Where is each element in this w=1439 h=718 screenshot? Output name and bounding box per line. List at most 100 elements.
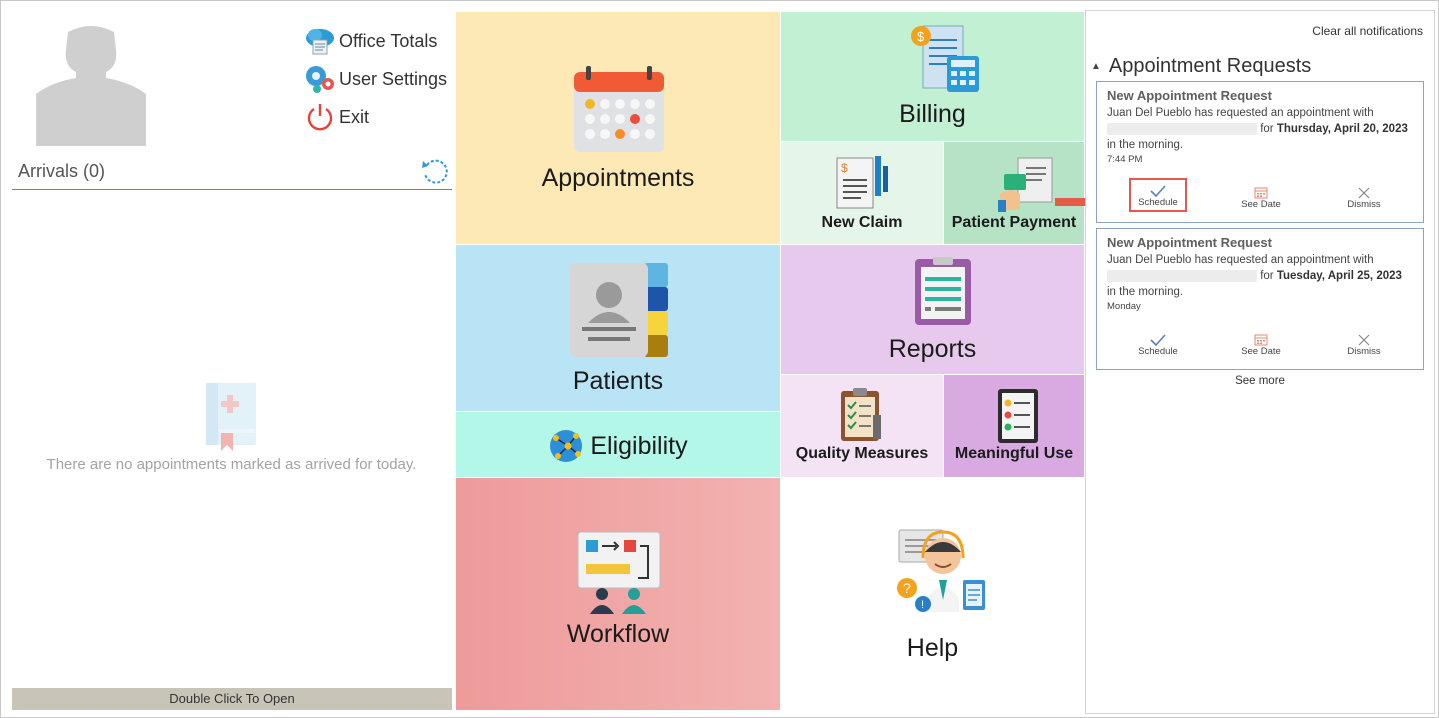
checkmark-icon xyxy=(1150,185,1166,197)
notification-time: 7:44 PM xyxy=(1107,154,1143,165)
network-globe-icon xyxy=(550,430,583,462)
notification-card: New Appointment Request Juan Del Pueblo … xyxy=(1096,81,1424,223)
see-date-label: See Date xyxy=(1241,199,1281,210)
see-date-button[interactable]: See Date xyxy=(1232,325,1290,359)
tile-quality-measures-label: Quality Measures xyxy=(795,445,929,462)
clipboard-report-icon xyxy=(915,257,971,325)
tile-new-claim[interactable]: $ New Claim xyxy=(781,142,943,244)
gears-icon xyxy=(306,66,334,93)
svg-text:?: ? xyxy=(903,580,911,596)
see-more-link[interactable]: See more xyxy=(1086,375,1434,387)
tile-billing-label: Billing xyxy=(899,100,966,128)
schedule-button[interactable]: Schedule xyxy=(1129,178,1187,212)
svg-text:$: $ xyxy=(841,161,848,175)
notifications-panel: Clear all notifications ▲ Appointment Re… xyxy=(1085,10,1435,714)
clear-all-notifications-link[interactable]: Clear all notifications xyxy=(1312,24,1423,38)
svg-text:$: $ xyxy=(917,29,925,44)
tile-eligibility-label: Eligibility xyxy=(590,431,688,460)
see-date-button[interactable]: See Date xyxy=(1232,178,1290,212)
tile-workflow[interactable]: Workflow xyxy=(456,478,780,710)
exit-link[interactable]: Exit xyxy=(304,98,447,136)
schedule-button[interactable]: Schedule xyxy=(1129,325,1187,359)
office-totals-label: Office Totals xyxy=(339,30,438,51)
arrivals-title: Arrivals (0) xyxy=(18,161,106,181)
dismiss-button[interactable]: Dismiss xyxy=(1335,325,1393,359)
tile-appointments[interactable]: Appointments xyxy=(456,12,780,244)
dismiss-label: Dismiss xyxy=(1347,199,1381,210)
office-totals-link[interactable]: Office Totals xyxy=(304,22,447,60)
support-agent-icon: ? ! xyxy=(897,529,985,612)
for-text: for xyxy=(1260,270,1274,282)
dismiss-button[interactable]: Dismiss xyxy=(1335,178,1393,212)
schedule-label: Schedule xyxy=(1138,346,1178,357)
tile-help[interactable]: ? ! Help xyxy=(781,478,1084,710)
tile-appointments-label: Appointments xyxy=(541,164,695,192)
tile-meaningful-use[interactable]: Meaningful Use xyxy=(944,375,1084,477)
notification-actions: Schedule See Date Dismiss xyxy=(1097,325,1423,359)
tile-reports-label: Reports xyxy=(888,335,977,363)
tile-patients-label: Patients xyxy=(572,367,664,395)
user-settings-label: User Settings xyxy=(339,68,448,89)
notification-title: New Appointment Request xyxy=(1107,235,1272,250)
tile-patients[interactable]: Patients xyxy=(456,245,780,411)
calendar-small-icon xyxy=(1254,334,1268,346)
calendar-small-icon xyxy=(1254,187,1268,199)
tile-billing[interactable]: $ Billing xyxy=(781,12,1084,141)
request-date: Thursday, April 20, 2023 xyxy=(1276,123,1408,135)
tile-meaningful-use-label: Meaningful Use xyxy=(954,445,1074,462)
for-text: for xyxy=(1260,123,1274,135)
notification-title: New Appointment Request xyxy=(1107,88,1272,103)
invoice-calculator-icon: $ xyxy=(911,25,979,92)
appointment-requests-title: Appointment Requests xyxy=(1108,55,1312,77)
collapse-triangle-icon: ▲ xyxy=(1091,61,1101,72)
arrivals-header: Arrivals (0) xyxy=(12,154,452,190)
presentation-board-icon xyxy=(577,531,661,614)
notification-actions: Schedule See Date Dismiss xyxy=(1097,178,1423,212)
request-period: in the morning. xyxy=(1107,139,1184,151)
request-date: Tuesday, April 25, 2023 xyxy=(1276,270,1402,282)
see-date-label: See Date xyxy=(1241,346,1281,357)
power-icon xyxy=(307,104,333,131)
status-list-icon xyxy=(998,389,1038,443)
user-avatar-icon xyxy=(36,26,146,146)
tile-eligibility[interactable]: Eligibility xyxy=(456,412,780,477)
tile-workflow-label: Workflow xyxy=(566,620,670,648)
app-window: Office Totals User Settings Exit Arrival… xyxy=(0,0,1439,718)
requester-name: Juan Del Pueblo xyxy=(1107,254,1192,266)
refresh-icon[interactable] xyxy=(420,157,450,187)
tile-help-label: Help xyxy=(906,634,959,662)
empty-arrivals-message: There are no appointments marked as arri… xyxy=(46,456,417,473)
notification-body: Juan Del Pueblo has requested an appoint… xyxy=(1107,252,1413,300)
checkmark-icon xyxy=(1150,334,1166,346)
dismiss-label: Dismiss xyxy=(1347,346,1381,357)
tile-reports[interactable]: Reports xyxy=(781,245,1084,374)
request-text: has requested an appointment with xyxy=(1194,107,1374,119)
appointment-requests-heading[interactable]: ▲ Appointment Requests xyxy=(1091,55,1311,78)
schedule-label: Schedule xyxy=(1138,197,1178,208)
contact-book-icon xyxy=(570,263,668,357)
checklist-icon xyxy=(841,388,881,441)
empty-clipboard-icon xyxy=(206,383,256,451)
redacted-provider xyxy=(1107,269,1257,282)
top-links: Office Totals User Settings Exit xyxy=(304,22,447,136)
requester-name: Juan Del Pueblo xyxy=(1107,107,1192,119)
double-click-open-bar[interactable]: Double Click To Open xyxy=(12,688,452,710)
close-icon xyxy=(1358,334,1370,346)
redacted-provider xyxy=(1107,122,1257,135)
left-panel: Office Totals User Settings Exit Arrival… xyxy=(8,8,455,714)
request-period: in the morning. xyxy=(1107,286,1184,298)
request-text: has requested an appointment with xyxy=(1194,254,1374,266)
tile-new-claim-label: New Claim xyxy=(821,214,903,231)
user-settings-link[interactable]: User Settings xyxy=(304,60,447,98)
svg-text:!: ! xyxy=(921,599,924,611)
notification-time: Monday xyxy=(1107,301,1141,312)
calendar-icon xyxy=(574,66,664,152)
claim-document-icon: $ xyxy=(836,156,888,209)
notification-card: New Appointment Request Juan Del Pueblo … xyxy=(1096,228,1424,370)
exit-label: Exit xyxy=(339,106,370,127)
cloud-icon xyxy=(306,29,334,55)
notification-body: Juan Del Pueblo has requested an appoint… xyxy=(1107,105,1413,153)
tile-quality-measures[interactable]: Quality Measures xyxy=(781,375,943,477)
tile-patient-payment-label: Patient Payment xyxy=(951,214,1077,231)
close-icon xyxy=(1358,187,1370,199)
